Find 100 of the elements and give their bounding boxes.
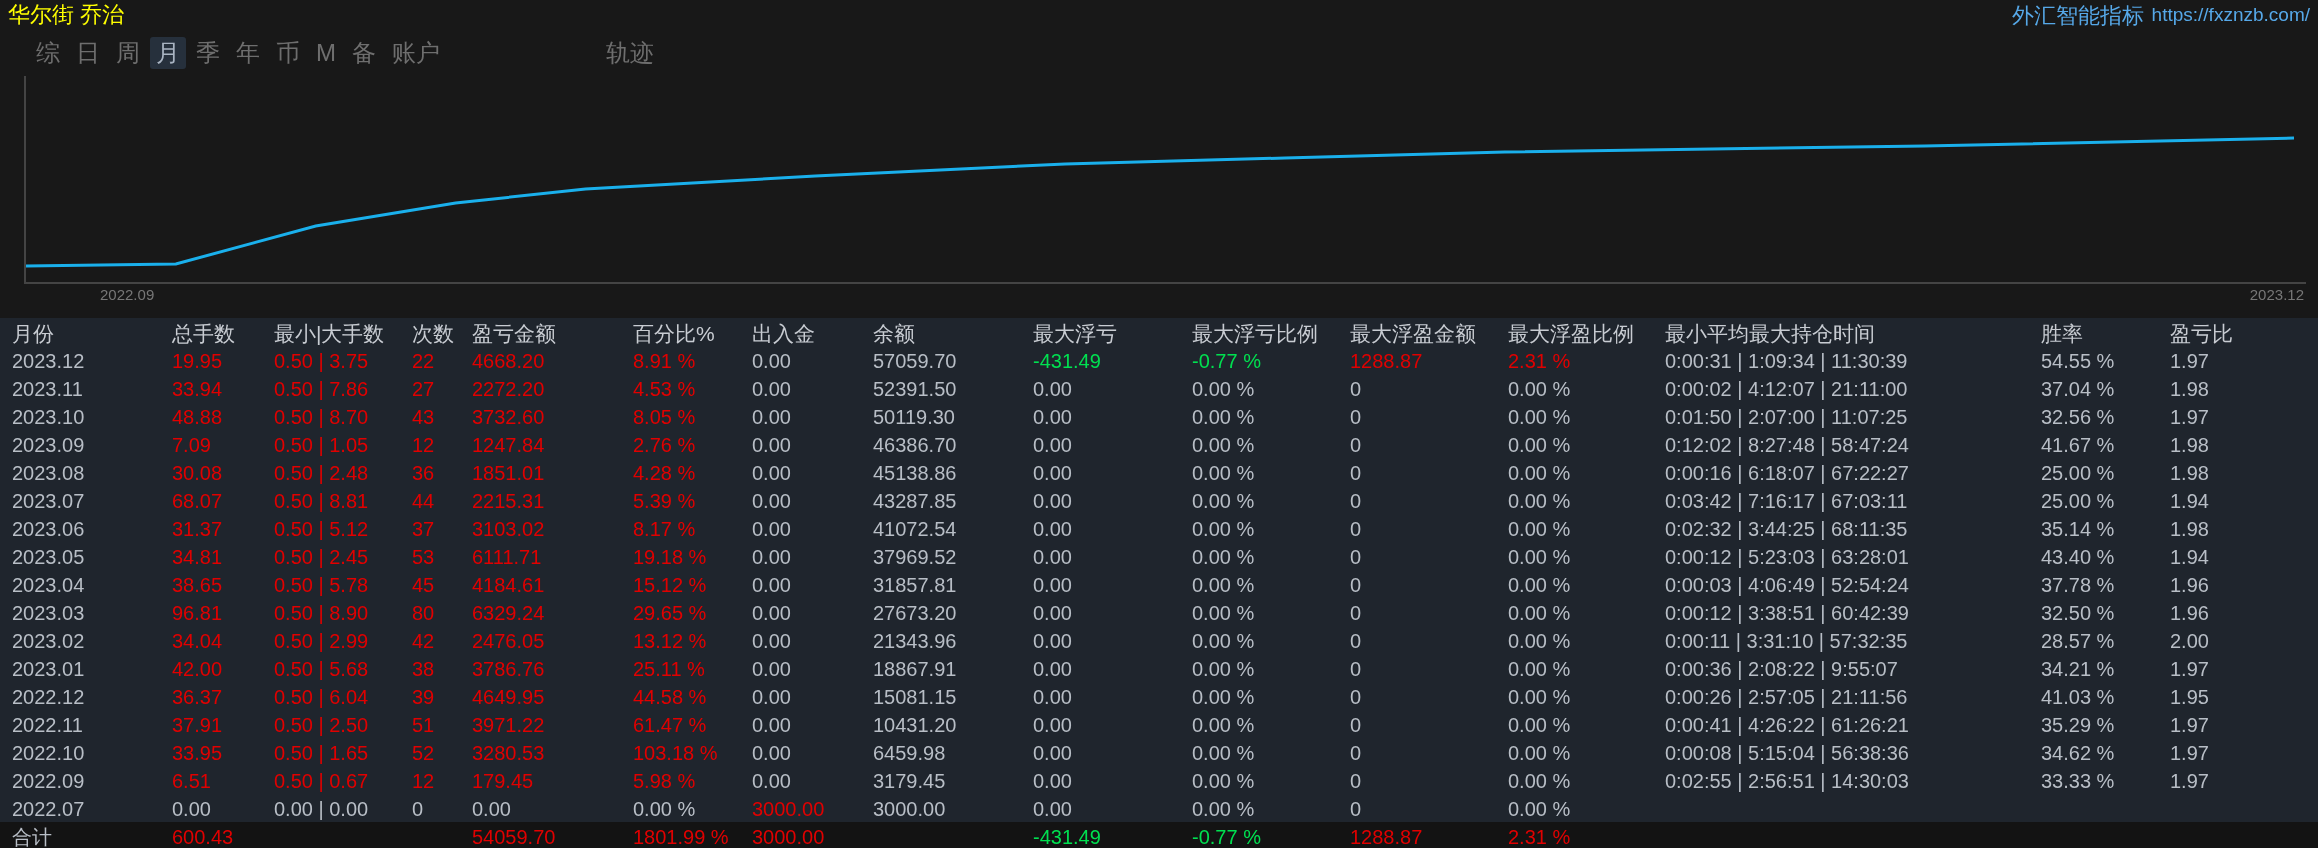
table-cell-text: -431.49 (1033, 825, 1102, 848)
table-cell-text: 0.00 % (1192, 629, 1256, 654)
table-cell-text: 0.00 % (1192, 713, 1256, 738)
table-cell-text: 5.39 % (633, 489, 697, 514)
table-cell-text: 0.00 % (1508, 433, 1572, 458)
tab[interactable]: 月 (150, 36, 186, 70)
column-header: 最小平均最大持仓时间 (1665, 321, 1876, 347)
table-cell-text: 2023.12 (12, 349, 86, 374)
tab[interactable]: 日 (70, 36, 106, 70)
table-cell-text: 27673.20 (873, 601, 958, 626)
table-cell-text: 1.95 (2170, 685, 2210, 710)
table-cell-text: 2215.31 (472, 489, 546, 514)
table-cell-text: 0.00 (1033, 433, 1073, 458)
table-cell-text: 0.00 (1033, 769, 1073, 794)
table-cell-text: 1247.84 (472, 433, 546, 458)
table-cell-text: 42 (412, 629, 436, 654)
table-cell-text: 0 (1350, 517, 1363, 542)
table-cell-text: 0.00 % (633, 797, 697, 822)
table-cell-text: -431.49 (1033, 349, 1102, 374)
table-cell-text: 3000.00 (752, 797, 826, 822)
table-cell-text: 0.00 % (1192, 797, 1256, 822)
tab[interactable]: 币 (270, 36, 306, 70)
table-cell-text: 0.00 (752, 545, 792, 570)
website-link[interactable]: https://fxznzb.com/ (2151, 0, 2310, 30)
column-header: 最大浮盈金额 (1350, 321, 1477, 347)
table-cell-text: 0.50 | 8.70 (274, 405, 370, 430)
table-cell-text: 0.00 % (1508, 489, 1572, 514)
table-cell-text: 0.00 (752, 685, 792, 710)
table-cell-text: 0.00 (752, 489, 792, 514)
table-cell-text: 0.00 (752, 349, 792, 374)
table-cell-text: 0 (1350, 573, 1363, 598)
tab[interactable]: 综 (30, 36, 66, 70)
table-cell-text: 2.31 % (1508, 349, 1572, 374)
table-cell-text: 0.00 (1033, 545, 1073, 570)
table-cell-text: 10431.20 (873, 713, 958, 738)
table-cell-text: 0.00 (752, 517, 792, 542)
table-cell-text: 2023.03 (12, 601, 86, 626)
tab[interactable]: 备 (346, 36, 382, 70)
tab[interactable]: 周 (110, 36, 146, 70)
table-cell-text: 2022.10 (12, 741, 86, 766)
column-header: 月份 (12, 321, 55, 347)
tab[interactable]: M (310, 36, 342, 70)
table-cell-text: 6329.24 (472, 601, 546, 626)
table-cell-text: 28.57 % (2041, 629, 2116, 654)
table-cell-text: 33.33 % (2041, 769, 2116, 794)
table-cell-text: 6.51 (172, 769, 212, 794)
table-cell-text: 0.00 (1033, 685, 1073, 710)
table-cell-text: 0.00 (1033, 713, 1073, 738)
table-cell-text: 3179.45 (873, 769, 947, 794)
table-cell-text: 37.91 (172, 713, 224, 738)
table-cell-text: 3280.53 (472, 741, 546, 766)
total-label: 合计 (12, 825, 53, 848)
table-cell-text: 0 (1350, 797, 1363, 822)
table-cell-text: 2.31 % (1508, 825, 1572, 848)
table-cell-text: 1288.87 (1350, 825, 1424, 848)
table-cell-text: 0.00 % (1508, 685, 1572, 710)
table-cell-text: 0:00:12 | 5:23:03 | 63:28:01 (1665, 545, 1910, 570)
table-cell-text: 1.97 (2170, 405, 2210, 430)
table-cell-text: 34.81 (172, 545, 224, 570)
table-cell-text: 39 (412, 685, 436, 710)
table-cell-text: 1.97 (2170, 769, 2210, 794)
table-cell-text: 0.50 | 6.04 (274, 685, 370, 710)
table-cell-text: 0.00 % (1508, 657, 1572, 682)
table-cell-text: 36 (412, 461, 436, 486)
tab[interactable]: 轨迹 (600, 36, 660, 70)
table-cell-text: 1.96 (2170, 573, 2210, 598)
table-cell-text: 0.50 | 5.78 (274, 573, 370, 598)
table-cell-text: 0.00 % (1192, 377, 1256, 402)
table-cell-text: 0.00 % (1508, 713, 1572, 738)
table-cell-text: 2023.11 (12, 377, 84, 402)
table-cell-text: 2022.12 (12, 685, 86, 710)
table-cell-text: 0.00 % (1508, 517, 1572, 542)
table-cell-text: 0.00 (1033, 657, 1073, 682)
table-cell-text: 0:00:08 | 5:15:04 | 56:38:36 (1665, 741, 1910, 766)
table-cell-text: 1288.87 (1350, 349, 1424, 374)
table-cell-text: 1.98 (2170, 461, 2210, 486)
table-cell-text: 12 (412, 433, 436, 458)
table-cell-text: 0.00 % (1508, 769, 1572, 794)
table-cell-text: 6459.98 (873, 741, 947, 766)
tab[interactable]: 账户 (386, 36, 446, 70)
table-cell-text: 3103.02 (472, 517, 546, 542)
table-cell-text: 2022.09 (12, 769, 86, 794)
table-cell-text: 1.98 (2170, 433, 2210, 458)
table-cell-text: 8.91 % (633, 349, 697, 374)
table-cell-text: 0.00 % (1192, 769, 1256, 794)
table-cell-text: 0.00 (752, 713, 792, 738)
table-cell-text: 0.00 % (1192, 405, 1256, 430)
table-cell-text: 0.00 % (1508, 405, 1572, 430)
table-cell-text: -0.77 % (1192, 349, 1262, 374)
column-header: 盈亏金额 (472, 321, 557, 347)
table-cell-text: 0 (1350, 405, 1363, 430)
table-cell-text: 0.00 % (1192, 741, 1256, 766)
column-header: 盈亏比 (2170, 321, 2234, 347)
tab[interactable]: 季 (190, 36, 226, 70)
table-cell-text: 42.00 (172, 657, 224, 682)
table-cell-text: 0.00 % (1508, 797, 1572, 822)
table-cell-text: 0.00 (752, 433, 792, 458)
table-cell-text: -0.77 % (1192, 825, 1262, 848)
column-header: 出入金 (752, 321, 816, 347)
tab[interactable]: 年 (230, 36, 266, 70)
